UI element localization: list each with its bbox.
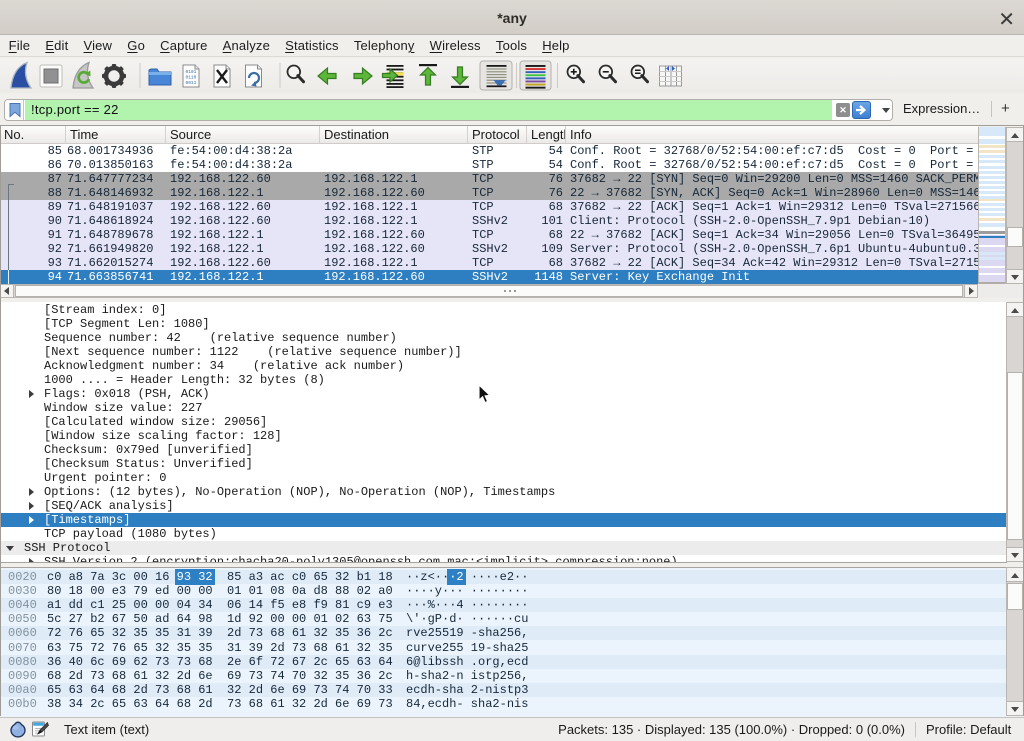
svg-text:0101: 0101 (186, 69, 197, 75)
svg-text:0011: 0011 (186, 80, 197, 86)
svg-text:0110: 0110 (186, 75, 197, 81)
